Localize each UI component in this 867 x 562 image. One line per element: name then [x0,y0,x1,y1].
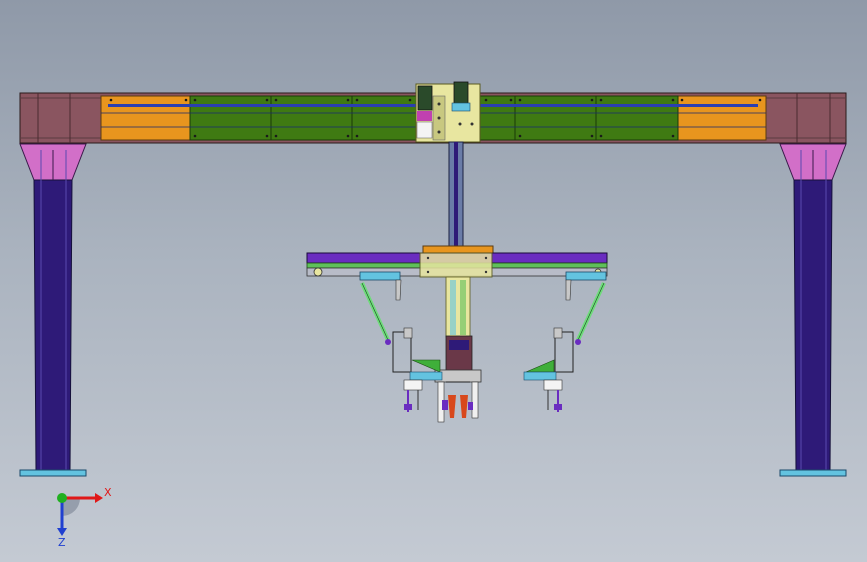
right-swing-arm [523,271,607,412]
lower-crossbeam [306,245,608,278]
axis-triad: X Z [57,486,112,549]
left-column [19,143,87,477]
right-column [779,143,847,477]
y-axis-dot [57,493,67,503]
x-carriage [415,81,481,143]
gantry-robot-model: X Z [19,81,847,549]
z-axis-label: Z [58,536,66,549]
z-mast [448,141,464,253]
center-gripper [434,276,482,423]
x-axis-label: X [104,486,112,499]
cad-viewport[interactable]: X Z [0,0,867,562]
left-swing-arm [359,271,443,412]
